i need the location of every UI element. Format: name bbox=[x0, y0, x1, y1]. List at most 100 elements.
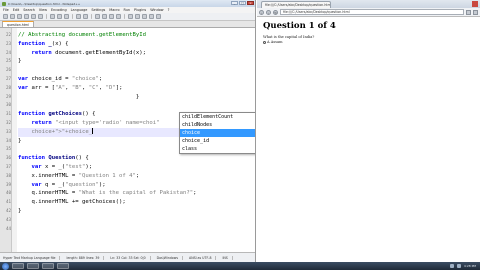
replace-icon[interactable] bbox=[102, 14, 107, 19]
menu-item[interactable]: Plugins bbox=[134, 8, 146, 12]
paste-icon[interactable] bbox=[64, 14, 69, 19]
zoom-in-icon[interactable] bbox=[109, 14, 114, 19]
editor-window-controls: _ □ × bbox=[231, 1, 254, 5]
autocomplete-item[interactable]: childNodes bbox=[180, 121, 255, 129]
code-line[interactable]: 24 return document.getElementById(x); bbox=[6, 49, 255, 58]
save-icon[interactable] bbox=[17, 14, 22, 19]
tab-question-html[interactable]: question.html bbox=[2, 21, 35, 27]
code-line[interactable]: 42} bbox=[6, 207, 255, 216]
menu-item[interactable]: File bbox=[3, 8, 9, 12]
code-line[interactable]: 25} bbox=[6, 57, 255, 66]
code-line[interactable]: 43 bbox=[6, 216, 255, 225]
code-text: var q = _("question"); bbox=[31, 181, 106, 188]
code-line[interactable]: 38 x.innerHTML = "Question 1 of 4"; bbox=[6, 172, 255, 181]
menu-item[interactable]: ? bbox=[168, 8, 170, 12]
taskbar-notepadpp-icon[interactable] bbox=[42, 263, 54, 269]
menu-item[interactable]: View bbox=[39, 8, 47, 12]
code-line[interactable]: 36 function Question() { bbox=[6, 154, 255, 163]
line-number: 22 bbox=[5, 32, 11, 37]
browser-tab[interactable]: file:///C:/Users/abc/Desktop/question.ht… bbox=[261, 1, 331, 8]
autocomplete-item[interactable]: class bbox=[180, 145, 255, 153]
show-all-chars-icon[interactable] bbox=[135, 14, 140, 19]
redo-icon[interactable] bbox=[83, 14, 88, 19]
page-menu-icon[interactable] bbox=[466, 9, 471, 15]
code-text: function Question() { bbox=[18, 155, 89, 162]
cut-icon[interactable] bbox=[50, 14, 55, 19]
start-button[interactable] bbox=[2, 262, 9, 270]
close-button[interactable]: × bbox=[247, 1, 254, 5]
clock[interactable]: 4:28 PM bbox=[464, 264, 476, 268]
reload-icon[interactable]: ↻ bbox=[273, 9, 278, 15]
browser-close-button[interactable] bbox=[472, 1, 478, 7]
code-line[interactable]: 39 var q = _("question"); bbox=[6, 181, 255, 190]
line-number: 40 bbox=[5, 190, 11, 196]
play-macro-icon[interactable] bbox=[156, 14, 161, 19]
menu-item[interactable]: Settings bbox=[91, 8, 105, 12]
code-text: choice+">"+choice_ bbox=[31, 128, 93, 135]
maximize-button[interactable]: □ bbox=[239, 1, 246, 5]
volume-icon[interactable] bbox=[456, 264, 461, 268]
network-icon[interactable] bbox=[449, 264, 454, 268]
page-content: Question 1 of 4 What is the capital of I… bbox=[257, 17, 480, 49]
record-macro-icon[interactable] bbox=[149, 14, 154, 19]
taskbar-browser-icon[interactable] bbox=[27, 263, 39, 269]
close-file-icon[interactable] bbox=[31, 14, 36, 19]
autocomplete-item[interactable]: choice_id bbox=[180, 137, 255, 145]
find-icon[interactable] bbox=[95, 14, 100, 19]
choice-option[interactable]: A Assam bbox=[263, 40, 474, 45]
code-text: } bbox=[18, 207, 22, 214]
code-text: function getChoices() { bbox=[18, 111, 96, 118]
code-text: x.innerHTML = "Question 1 of 4"; bbox=[18, 172, 140, 179]
toolbar-separator bbox=[72, 14, 73, 19]
menu-item[interactable]: Encoding bbox=[51, 8, 67, 12]
open-file-icon[interactable] bbox=[10, 14, 15, 19]
code-line[interactable]: 40 q.innerHTML = "What is the capital of… bbox=[6, 189, 255, 198]
autocomplete-item[interactable]: childElementCount bbox=[180, 113, 255, 121]
menu-item[interactable]: Window bbox=[150, 8, 163, 12]
code-line[interactable]: 28 var arr = ["A", "B", "C", "D"]; bbox=[6, 84, 255, 93]
taskbar-media-icon[interactable] bbox=[57, 263, 69, 269]
question-heading: Question 1 of 4 bbox=[263, 21, 336, 31]
menu-item[interactable]: Macro bbox=[109, 8, 119, 12]
word-wrap-icon[interactable] bbox=[128, 14, 133, 19]
radio-button[interactable] bbox=[263, 41, 266, 44]
forward-arrow-icon[interactable]: › bbox=[266, 9, 271, 15]
wrench-icon[interactable] bbox=[473, 9, 478, 15]
zoom-out-icon[interactable] bbox=[116, 14, 121, 19]
code-line[interactable]: 22 // Abstracting document.getElementById bbox=[6, 31, 255, 40]
indent-guide-icon[interactable] bbox=[142, 14, 147, 19]
line-number: 23 bbox=[5, 40, 11, 46]
editor-toolbar bbox=[0, 13, 255, 21]
menu-item[interactable]: Edit bbox=[13, 8, 20, 12]
menu-item[interactable]: Language bbox=[71, 8, 88, 12]
copy-icon[interactable] bbox=[57, 14, 62, 19]
taskbar-explorer-icon[interactable] bbox=[12, 263, 24, 269]
menu-item[interactable]: Search bbox=[23, 8, 35, 12]
line-number: 42 bbox=[5, 207, 11, 213]
code-line[interactable]: 26 bbox=[6, 66, 255, 75]
line-number: 24 bbox=[5, 49, 11, 55]
save-all-icon[interactable] bbox=[24, 14, 29, 19]
line-number: 25 bbox=[5, 58, 11, 64]
address-bar[interactable]: file:///C:/Users/abc/Desktop/question.ht… bbox=[280, 9, 464, 15]
code-line[interactable]: 29 } bbox=[6, 93, 255, 102]
editor-window-title: C:\Users\...\Desktop\question.html - Not… bbox=[8, 1, 81, 6]
code-line[interactable]: 30 bbox=[6, 101, 255, 110]
browser-toolbar: ‹ › ↻ file:///C:/Users/abc/Desktop/quest… bbox=[257, 8, 480, 17]
code-line[interactable]: 23 function _(x) { bbox=[6, 40, 255, 49]
status-cell: INS bbox=[222, 255, 233, 260]
code-line[interactable]: 41 q.innerHTML += getChoices(); bbox=[6, 198, 255, 207]
code-text: q.innerHTML += getChoices(); bbox=[18, 199, 126, 206]
code-line[interactable]: 44 bbox=[6, 225, 255, 234]
code-text: // Abstracting document.getElementById bbox=[18, 32, 146, 38]
print-icon[interactable] bbox=[38, 14, 43, 19]
line-number: 35 bbox=[5, 146, 11, 152]
undo-icon[interactable] bbox=[76, 14, 81, 19]
code-line[interactable]: 27 var choice_id = "choice"; bbox=[6, 75, 255, 84]
autocomplete-item[interactable]: choice bbox=[180, 129, 255, 137]
minimize-button[interactable]: _ bbox=[231, 1, 238, 5]
code-line[interactable]: 37 var x = _("test"); bbox=[6, 163, 255, 172]
back-arrow-icon[interactable]: ‹ bbox=[259, 9, 264, 15]
new-file-icon[interactable] bbox=[3, 14, 8, 19]
menu-item[interactable]: Run bbox=[124, 8, 131, 12]
